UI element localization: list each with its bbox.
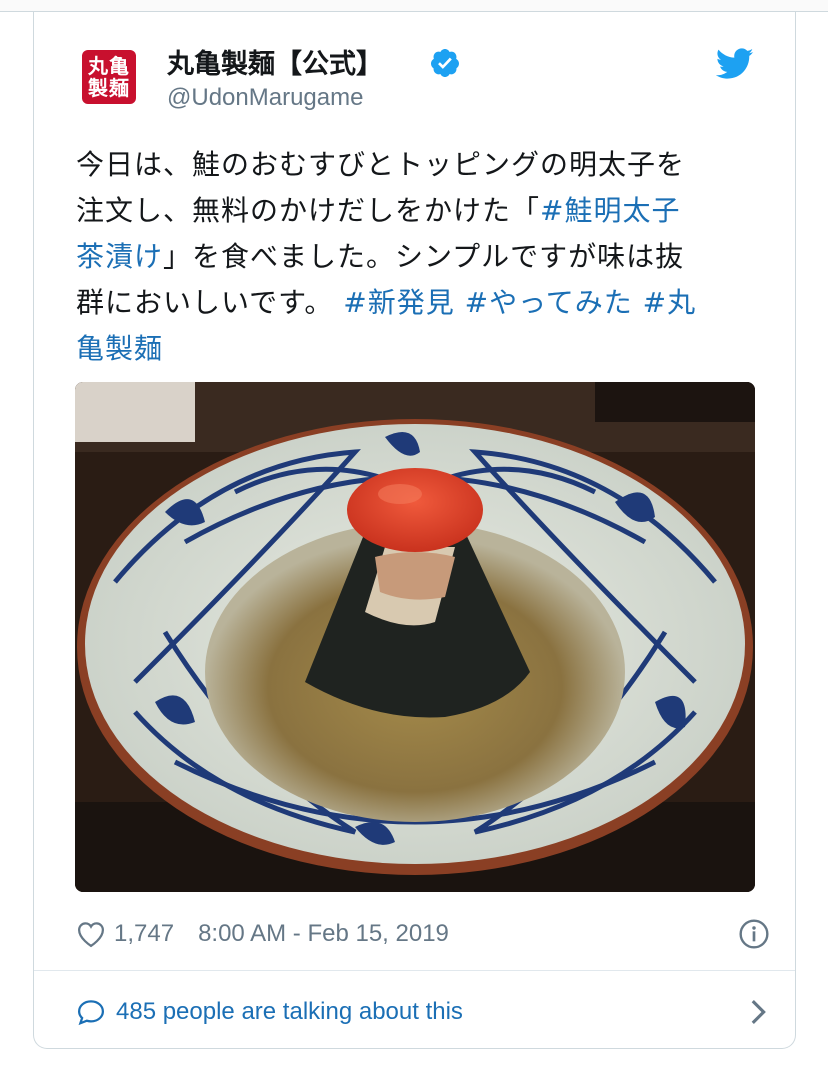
chevron-right-icon[interactable] [748,998,770,1026]
avatar[interactable]: 丸亀 製麺 [82,50,136,104]
tweet-line-4: 群においしいです。 #新発見 #やってみた #丸 [76,280,766,326]
speech-bubble-icon [77,1000,105,1026]
hashtag-link[interactable]: #新発見 [343,286,454,319]
timestamp[interactable]: 8:00 AM - Feb 15, 2019 [198,920,449,948]
hashtag-link[interactable]: #鮭明太子 [540,194,680,227]
embedded-tweet-card: 丸亀 製麺 丸亀製麺【公式】 @UdonMarugame 今日は、鮭のおむすびと… [33,12,796,1049]
tweet-line-2: 注文し、無料のかけだしをかけた「#鮭明太子 [76,188,766,234]
tweet-meta-row: 1,747 8:00 AM - Feb 15, 2019 [76,916,769,952]
hashtag-link[interactable]: 茶漬け [76,240,163,273]
conversation-link[interactable]: 485 people are talking about this [76,992,766,1032]
tweet-line-3: 茶漬け」を食べました。シンプルですが味は抜 [76,234,766,280]
tweet-text: 今日は、鮭のおむすびとトッピングの明太子を 注文し、無料のかけだしをかけた「#鮭… [76,142,766,372]
heart-icon[interactable] [76,920,106,948]
display-name[interactable]: 丸亀製麺【公式】 [167,42,383,81]
verified-badge-icon [430,49,459,77]
talking-count-label: 485 people are talking about this [116,998,463,1025]
hashtag-link[interactable]: #やってみた [465,286,633,319]
tweet-text-segment: 注文し、無料のかけだしをかけた「 [76,194,541,227]
info-icon[interactable] [738,918,770,950]
tweet-text-segment: 」を食べました。シンプルですが味は抜 [163,240,685,273]
avatar-text-top: 丸亀 [88,54,130,78]
hashtag-link[interactable]: 亀製麺 [76,332,163,365]
hashtag-link[interactable]: #丸 [643,286,696,319]
tweet-text-segment: 群においしいです。 [76,286,344,319]
top-edge [0,0,828,12]
like-count: 1,747 [114,920,175,947]
tweet-line-1: 今日は、鮭のおむすびとトッピングの明太子を [76,142,766,188]
tweet-photo[interactable] [75,382,755,892]
avatar-text-bottom: 製麺 [88,76,130,100]
tweet-text-segment: 今日は、鮭のおむすびとトッピングの明太子を [76,148,686,181]
tweet-line-5: 亀製麺 [76,326,766,372]
twitter-bird-icon[interactable] [716,48,754,80]
divider [34,970,795,971]
user-handle[interactable]: @UdonMarugame [167,84,363,112]
